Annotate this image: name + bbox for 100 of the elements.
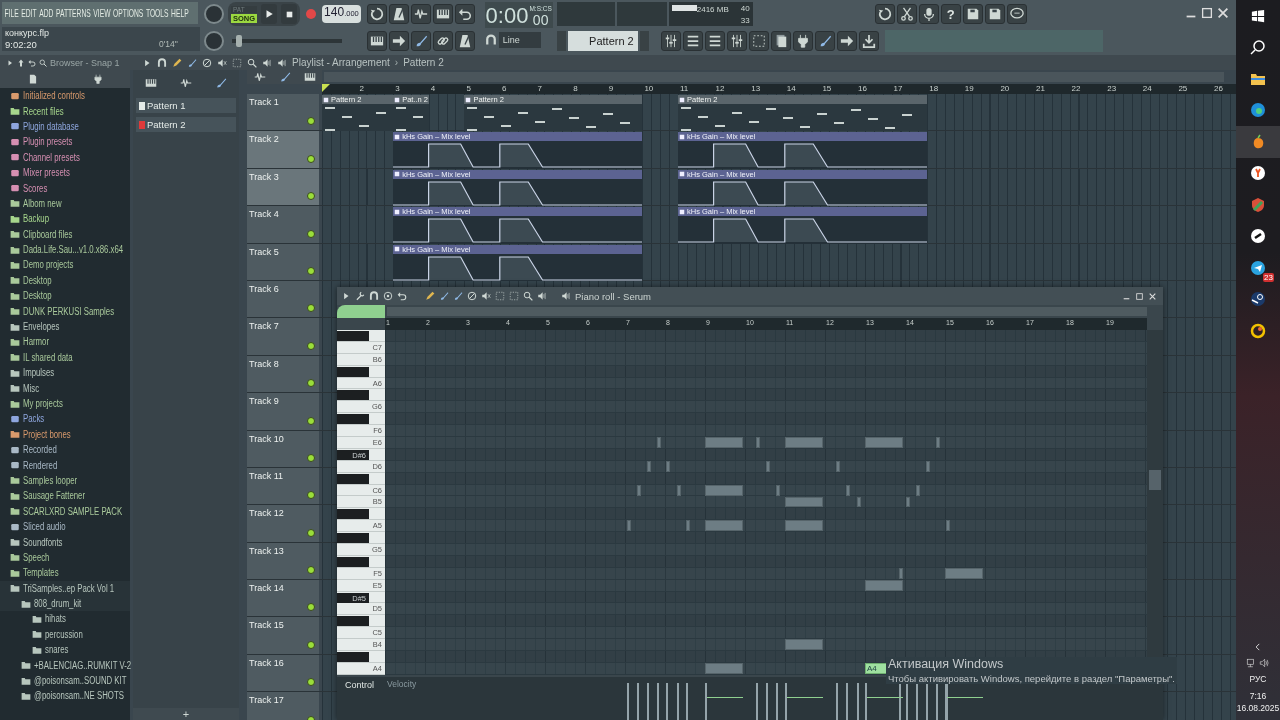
- browser-item[interactable]: Templates: [23, 567, 59, 579]
- pattern-selector[interactable]: Pattern 2: [567, 31, 638, 51]
- browser-item[interactable]: Project bones: [23, 428, 71, 440]
- browser-item[interactable]: Demo projects: [23, 259, 74, 271]
- track-header[interactable]: Track 11: [247, 467, 319, 505]
- bar-number: 19: [964, 84, 974, 93]
- pattern-item[interactable]: Pattern 1: [136, 98, 236, 113]
- browser-item[interactable]: Mixer presets: [23, 167, 70, 179]
- browser-item[interactable]: snares: [45, 644, 69, 656]
- bar-number: 16: [858, 84, 867, 93]
- menu-item[interactable]: OPTIONS: [113, 7, 144, 19]
- breadcrumb-separator: ›: [394, 57, 399, 68]
- menu-item[interactable]: VIEW: [93, 7, 111, 19]
- track-header[interactable]: Track 13: [247, 542, 319, 580]
- elapsed-time: 9:02:20: [5, 39, 37, 50]
- bar-number: 5: [466, 84, 471, 93]
- browser-item[interactable]: @poisonsam..NE SHOTS: [34, 690, 124, 702]
- browser-item[interactable]: Misc: [23, 382, 40, 394]
- browser-item[interactable]: My projects: [23, 398, 63, 409]
- browser-item[interactable]: Soundfonts: [23, 536, 63, 548]
- language-indicator[interactable]: РУС: [1249, 674, 1267, 684]
- track-header[interactable]: Track 4: [247, 206, 319, 243]
- song-length: 0'14'': [158, 39, 178, 49]
- track-name: Track 13: [249, 545, 284, 556]
- browser-item[interactable]: Speech: [23, 551, 50, 563]
- bar-number: 25: [1178, 84, 1188, 93]
- menu-item[interactable]: EDIT: [21, 7, 37, 19]
- control-label[interactable]: Control: [337, 677, 385, 720]
- bar-number: 6: [502, 84, 507, 93]
- track-header[interactable]: Track 9: [247, 393, 319, 430]
- browser-item[interactable]: Recorded: [23, 444, 57, 456]
- browser-item[interactable]: @poisonsam..SOUND KIT: [34, 675, 127, 687]
- track-header[interactable]: Track 2: [247, 131, 319, 168]
- bar-number: 23: [1107, 84, 1117, 93]
- browser-item[interactable]: Clipboard files: [23, 228, 73, 240]
- timeline-ruler[interactable]: 2 3 4 5 6 7 8 9 10 11 12 13 14 15 16 17 18 19 20 21 22 23 24 25 26: [322, 84, 1236, 94]
- track-header[interactable]: Track 1: [247, 94, 319, 131]
- bar-number: 9: [608, 84, 614, 93]
- browser-item[interactable]: Scores: [23, 182, 48, 194]
- track-name: Track 17: [249, 695, 284, 706]
- track-header[interactable]: Track 6: [247, 280, 319, 318]
- bar-number: 26: [1214, 84, 1223, 93]
- browser-item[interactable]: IL shared data: [23, 351, 73, 363]
- track-header[interactable]: Track 7: [247, 318, 319, 355]
- bar-number: 2: [359, 84, 365, 93]
- browser-item[interactable]: Channel presets: [23, 151, 80, 163]
- bar-number: 15: [822, 84, 832, 93]
- browser-item[interactable]: Sausage Fattener: [23, 490, 85, 502]
- track-name: Track 8: [249, 358, 279, 369]
- browser-item[interactable]: hihats: [45, 613, 66, 625]
- track-header[interactable]: Track 10: [247, 430, 319, 467]
- track-header[interactable]: Track 5: [247, 243, 319, 280]
- browser-item[interactable]: Plugin database: [23, 120, 79, 132]
- track-name: Track 1: [249, 97, 279, 107]
- pattern-item[interactable]: Pattern 2: [136, 117, 236, 132]
- browser-item[interactable]: DUNK PERKUSI Samples: [23, 305, 115, 317]
- taskbar-button[interactable]: 23: [1236, 252, 1280, 284]
- browser-item[interactable]: Samples looper: [23, 474, 78, 486]
- track-header[interactable]: Track 14: [247, 580, 319, 617]
- menu-item[interactable]: TOOLS: [145, 7, 169, 19]
- browser-item[interactable]: Albom new: [23, 197, 62, 209]
- bar-number: 12: [715, 84, 725, 93]
- browser-item[interactable]: +BALENCIAG..RUMKIT V-2: [34, 659, 132, 671]
- menu-item[interactable]: HELP: [171, 7, 189, 19]
- browser-item[interactable]: Rendered: [23, 459, 58, 471]
- track-name: Track 3: [249, 171, 279, 182]
- menu-item[interactable]: FILE: [4, 7, 19, 19]
- browser-item[interactable]: Initialized controls: [23, 90, 85, 102]
- track-header[interactable]: Track 17: [247, 692, 319, 720]
- browser-item[interactable]: Harmor: [23, 336, 49, 348]
- playlist-breadcrumb[interactable]: Pattern 2: [403, 57, 444, 68]
- piano-roll-title: Piano roll - Serum: [575, 290, 652, 302]
- browser-item[interactable]: Plugin presets: [23, 136, 73, 148]
- project-filename: конкурс.flp: [5, 28, 49, 38]
- clock[interactable]: 7:16 16.08.2025: [1236, 690, 1280, 714]
- browser-item[interactable]: Impulses: [23, 367, 55, 379]
- browser-item[interactable]: Dada.Life.Sau...v1.0.x86.x64: [23, 244, 124, 256]
- browser-item[interactable]: Desktop: [23, 290, 52, 302]
- menu-item[interactable]: PATTERNS: [55, 7, 91, 19]
- track-name: Track 16: [249, 657, 284, 668]
- help-button[interactable]: ?: [940, 4, 961, 24]
- track-header[interactable]: Track 15: [247, 617, 319, 654]
- browser-item[interactable]: Desktop: [23, 274, 52, 286]
- add-pattern-button[interactable]: +: [133, 708, 239, 720]
- browser-title: Browser - Snap 1: [50, 57, 120, 68]
- menu-item[interactable]: ADD: [39, 7, 54, 19]
- track-header[interactable]: Track 3: [247, 168, 319, 206]
- browser-item[interactable]: Envelopes: [23, 321, 60, 333]
- browser-item[interactable]: SCARLXRD SAMPLE PACK: [23, 505, 123, 517]
- browser-item[interactable]: Recent files: [23, 105, 64, 117]
- browser-item[interactable]: Sliced audio: [23, 521, 66, 533]
- browser-item[interactable]: percussion: [45, 628, 83, 640]
- track-header[interactable]: Track 12: [247, 505, 319, 542]
- track-header[interactable]: Track 8: [247, 355, 319, 393]
- browser-item[interactable]: Backup: [23, 213, 49, 225]
- browser-item[interactable]: Packs: [23, 413, 45, 425]
- snap-dropdown[interactable]: Line: [498, 32, 541, 48]
- notification-badge: 23: [1263, 272, 1274, 282]
- track-name: Track 2: [249, 134, 279, 145]
- track-header[interactable]: Track 16: [247, 654, 319, 692]
